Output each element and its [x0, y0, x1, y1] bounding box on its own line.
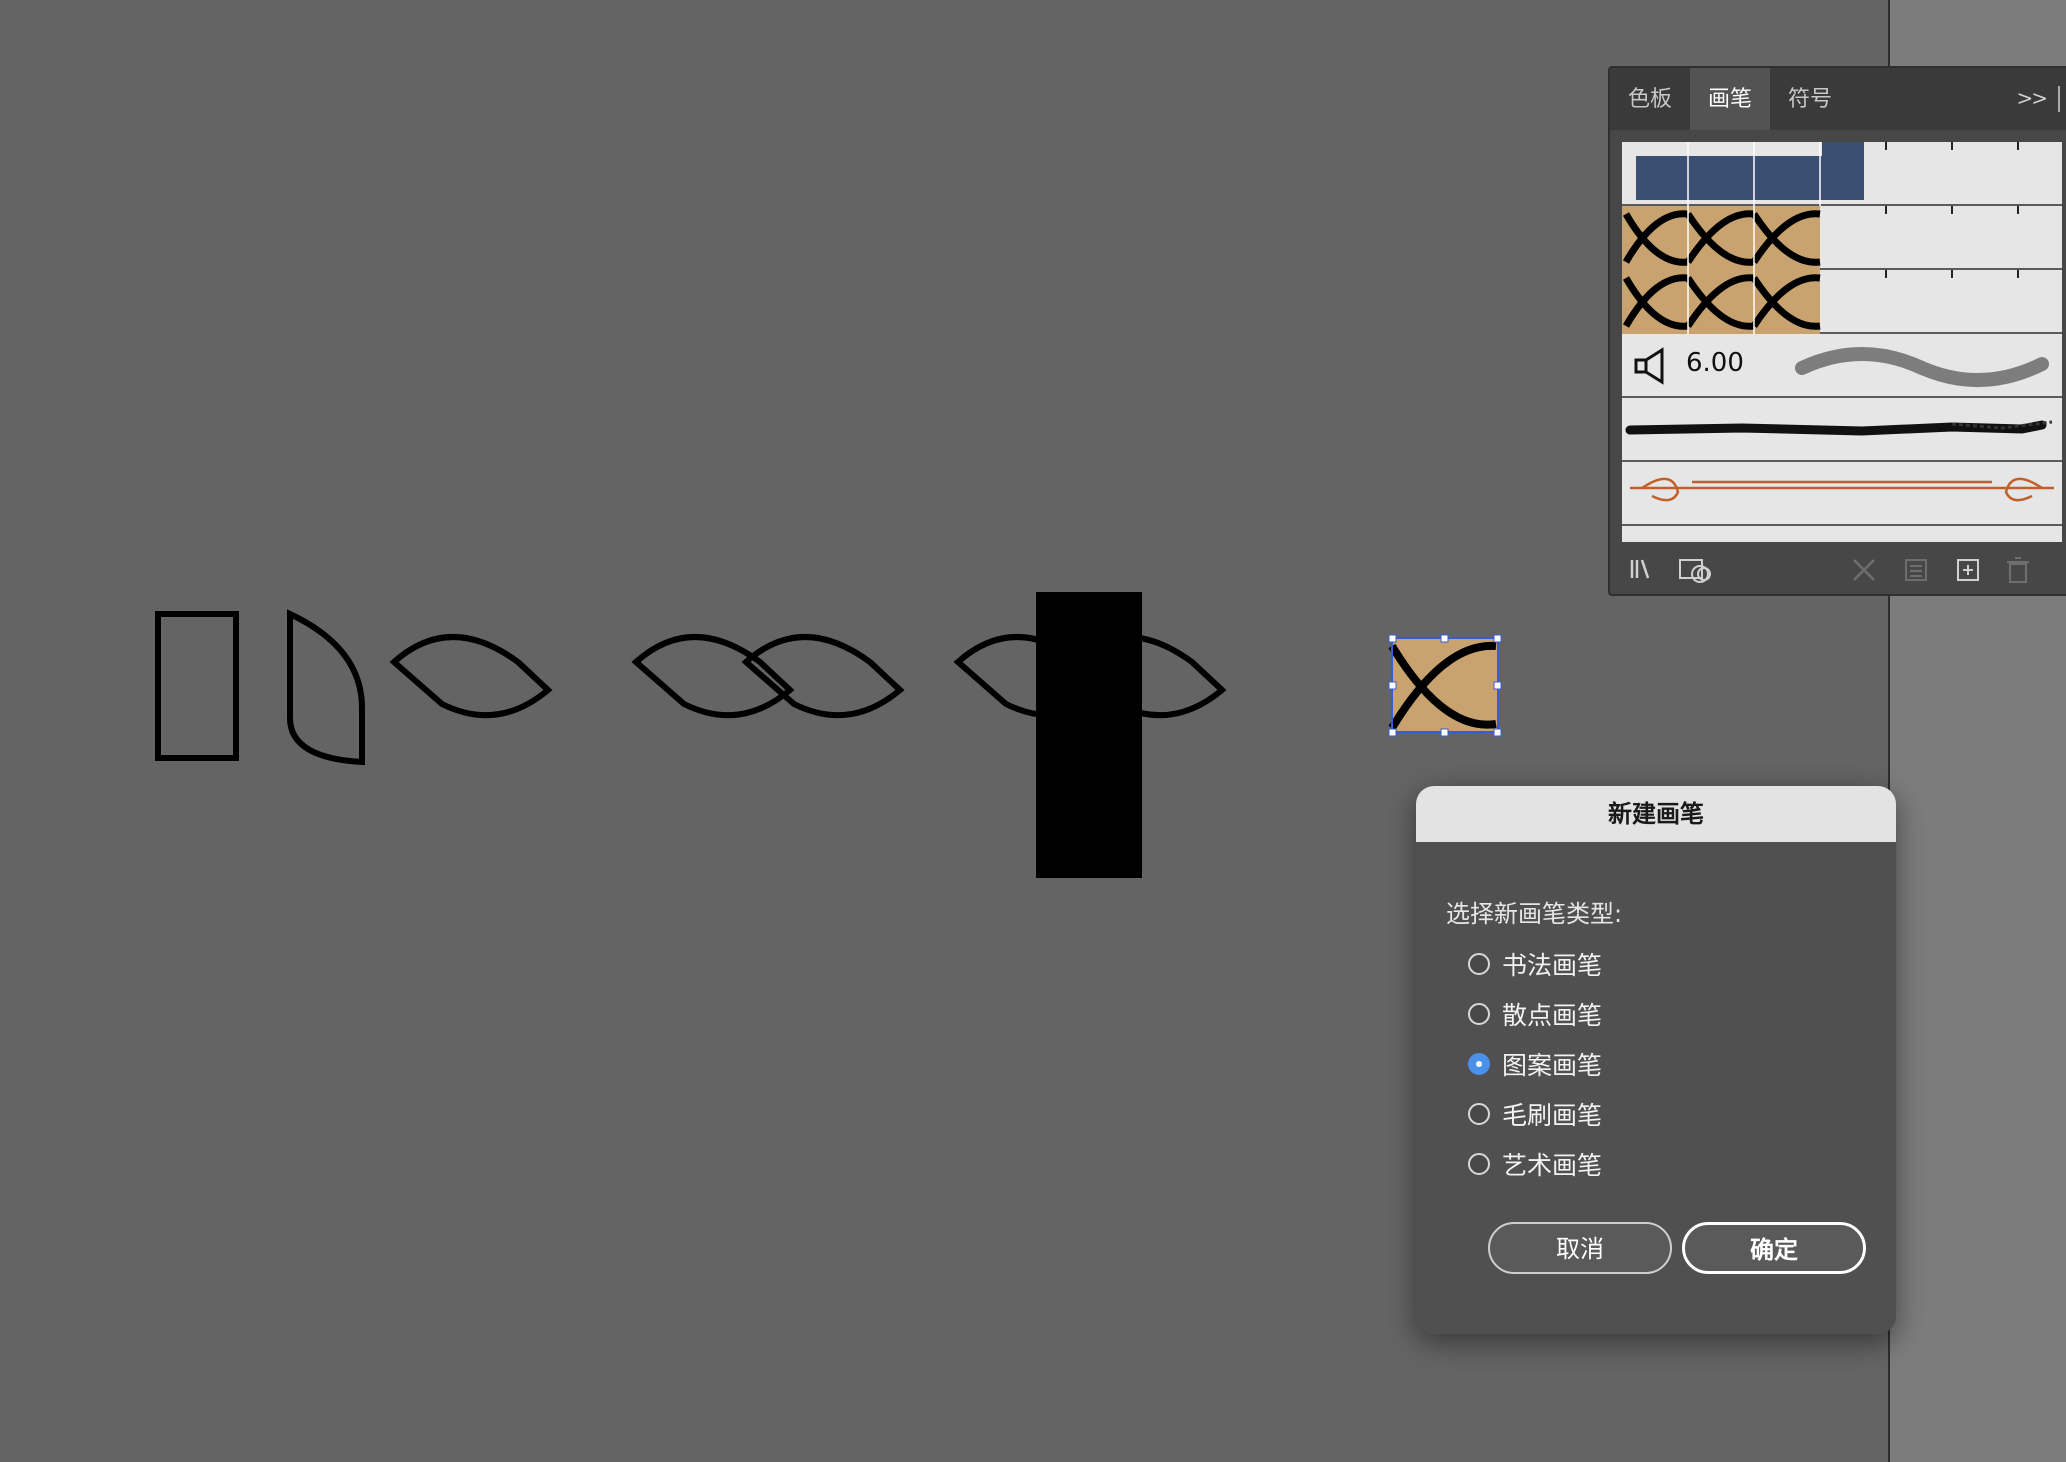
- tab-swatches[interactable]: 色板: [1610, 68, 1690, 130]
- panel-footer: [1610, 542, 2066, 596]
- option-label: 散点画笔: [1502, 1001, 1603, 1030]
- radio-button[interactable]: [1468, 1103, 1490, 1125]
- cc-libraries-icon[interactable]: [1678, 556, 1714, 584]
- option-label: 图案画笔: [1502, 1051, 1603, 1080]
- half-leaf-shape[interactable]: [284, 608, 374, 768]
- option-label: 艺术画笔: [1502, 1151, 1603, 1180]
- cancel-button[interactable]: 取消: [1488, 1222, 1672, 1274]
- double-leaf-shape[interactable]: [630, 632, 906, 738]
- brush-row-charcoal[interactable]: [1622, 398, 2062, 462]
- leaf-shape[interactable]: [388, 632, 554, 738]
- dialog-prompt: 选择新画笔类型:: [1446, 900, 1623, 928]
- tab-brushes[interactable]: 画笔: [1690, 68, 1771, 130]
- panel-tabs: 色板 画笔 符号: [1610, 68, 2066, 130]
- option-scatter-brush[interactable]: 散点画笔: [1468, 994, 1602, 1034]
- option-label: 书法画笔: [1502, 951, 1603, 980]
- brush-row-border-pattern[interactable]: [1622, 142, 2062, 206]
- brush-row-braid-1[interactable]: [1622, 206, 2062, 270]
- options-icon[interactable]: [1902, 556, 1930, 584]
- option-art-brush[interactable]: 艺术画笔: [1468, 1144, 1602, 1184]
- option-pattern-brush[interactable]: 图案画笔: [1468, 1044, 1602, 1084]
- brush-list: 6.00: [1622, 142, 2062, 542]
- brush-row-braid-2[interactable]: [1622, 270, 2062, 334]
- option-bristle-brush[interactable]: 毛刷画笔: [1468, 1094, 1602, 1134]
- leaf-with-block-shape[interactable]: [952, 590, 1228, 880]
- calligraphic-brush-icon: [1634, 347, 1664, 385]
- radio-button-selected[interactable]: [1468, 1053, 1490, 1075]
- option-calligraphic-brush[interactable]: 书法画笔: [1468, 944, 1602, 984]
- double-chevron-right-icon[interactable]: >>: [2016, 86, 2047, 110]
- dialog-title: 新建画笔: [1416, 786, 1896, 842]
- remove-stroke-icon[interactable]: [1850, 556, 1878, 584]
- new-brush-dialog: 新建画笔 选择新画笔类型: 书法画笔 散点画笔 图案画笔 毛刷画笔 艺术画笔 取…: [1416, 786, 1896, 1334]
- brush-row-calligraphic[interactable]: 6.00: [1622, 334, 2062, 398]
- radio-button[interactable]: [1468, 1153, 1490, 1175]
- ok-button[interactable]: 确定: [1682, 1222, 1866, 1274]
- rectangle-shape[interactable]: [150, 608, 242, 766]
- delete-icon[interactable]: [2004, 556, 2032, 584]
- selected-braid-tile[interactable]: [1384, 632, 1508, 742]
- option-label: 毛刷画笔: [1502, 1101, 1603, 1130]
- brushes-panel: 色板 画笔 符号 >> 6.00: [1608, 66, 2066, 596]
- calligraphic-size: 6.00: [1686, 348, 1744, 378]
- radio-button[interactable]: [1468, 953, 1490, 975]
- new-brush-icon[interactable]: [1954, 556, 1982, 584]
- panel-menu-icon[interactable]: [2058, 86, 2066, 112]
- radio-button[interactable]: [1468, 1003, 1490, 1025]
- brush-libraries-icon[interactable]: [1628, 556, 1656, 584]
- brush-row-arrow[interactable]: [1622, 462, 2062, 526]
- tab-symbols[interactable]: 符号: [1770, 68, 1850, 130]
